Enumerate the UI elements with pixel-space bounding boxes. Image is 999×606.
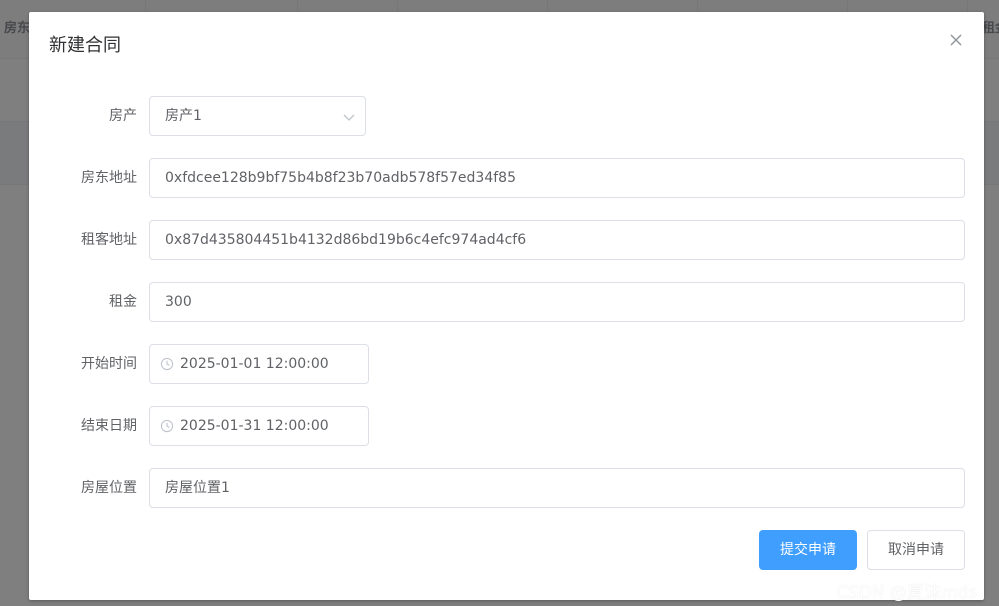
property-label: 房产 bbox=[109, 108, 137, 124]
location-input[interactable]: 房屋位置1 bbox=[149, 468, 965, 508]
tenant-address-input[interactable]: 0x87d435804451b4132d86bd19b6c4efc974ad4c… bbox=[149, 220, 965, 260]
clock-icon bbox=[160, 419, 174, 433]
cancel-button[interactable]: 取消申请 bbox=[867, 530, 965, 570]
dialog-title: 新建合同 bbox=[49, 35, 121, 56]
property-select[interactable]: 房产1 bbox=[149, 96, 366, 136]
landlord-address-label: 房东地址 bbox=[81, 170, 137, 186]
clock-icon bbox=[160, 357, 174, 371]
close-icon[interactable] bbox=[947, 31, 965, 49]
rent-label: 租金 bbox=[109, 294, 137, 310]
start-time-picker[interactable]: 2025-01-01 12:00:00 bbox=[149, 344, 369, 384]
tenant-address-value: 0x87d435804451b4132d86bd19b6c4efc974ad4c… bbox=[165, 232, 527, 248]
rent-value: 300 bbox=[165, 294, 192, 310]
new-contract-dialog: 新建合同 房产 房产1 房东地址 0xfdcee128b9bf75b4b8f23… bbox=[29, 12, 984, 600]
watermark: CSDN @夏沫mds bbox=[836, 583, 978, 603]
rent-input[interactable]: 300 bbox=[149, 282, 965, 322]
end-date-value: 2025-01-31 12:00:00 bbox=[180, 418, 329, 434]
start-time-value: 2025-01-01 12:00:00 bbox=[180, 356, 329, 372]
start-time-label: 开始时间 bbox=[81, 356, 137, 372]
property-select-value: 房产1 bbox=[165, 108, 202, 124]
end-date-label: 结束日期 bbox=[81, 418, 137, 434]
chevron-down-icon bbox=[343, 111, 355, 121]
location-label: 房屋位置 bbox=[81, 480, 137, 496]
tenant-address-label: 租客地址 bbox=[81, 232, 137, 248]
end-date-picker[interactable]: 2025-01-31 12:00:00 bbox=[149, 406, 369, 446]
landlord-address-value: 0xfdcee128b9bf75b4b8f23b70adb578f57ed34f… bbox=[165, 170, 516, 186]
submit-button[interactable]: 提交申请 bbox=[759, 530, 857, 570]
landlord-address-input[interactable]: 0xfdcee128b9bf75b4b8f23b70adb578f57ed34f… bbox=[149, 158, 965, 198]
location-value: 房屋位置1 bbox=[165, 480, 230, 496]
